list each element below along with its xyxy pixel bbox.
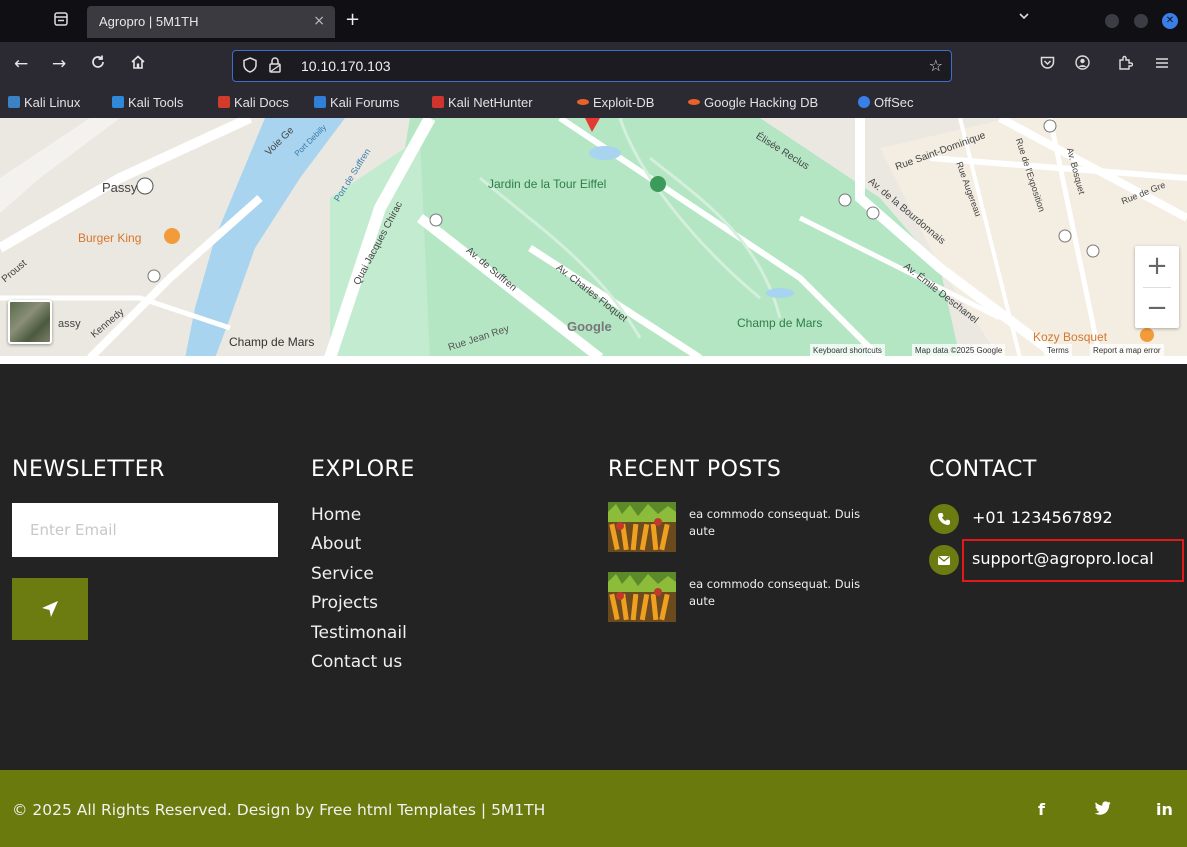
post-excerpt[interactable]: ea commodo consequat. Duis aute <box>689 576 889 610</box>
map-label-burger-king: Burger King <box>78 231 142 245</box>
zoom-controls: + − <box>1135 246 1179 328</box>
bookmark-label: Kali Forums <box>330 95 400 110</box>
kali-tools-icon <box>112 96 124 108</box>
zoom-out-button[interactable]: − <box>1135 288 1179 328</box>
minimize-button[interactable] <box>1105 14 1119 28</box>
bookmark-label: Kali NetHunter <box>448 95 533 110</box>
browser-tab-bar: Agropro | 5M1TH × + ✕ <box>0 0 1187 42</box>
bookmark-kali-forums[interactable]: Kali Forums <box>314 95 399 110</box>
back-arrow-icon[interactable]: ← <box>14 54 28 74</box>
bookmark-kali-linux[interactable]: Kali Linux <box>8 95 80 110</box>
newsletter-email-input[interactable] <box>12 503 278 557</box>
bookmark-kali-nethunter[interactable]: Kali NetHunter <box>432 95 533 110</box>
contact-title: CONTACT <box>929 457 1037 482</box>
envelope-icon <box>929 545 959 575</box>
google-map[interactable]: Passy Burger King Jardin de la Tour Eiff… <box>0 118 1187 358</box>
map-label-jardin: Jardin de la Tour Eiffel <box>488 177 607 191</box>
account-icon[interactable] <box>1075 55 1090 74</box>
satellite-view-toggle[interactable] <box>8 300 52 344</box>
facebook-icon[interactable]: f <box>1038 800 1045 819</box>
newsletter-title: NEWSLETTER <box>12 457 165 482</box>
post-excerpt[interactable]: ea commodo consequat. Duis aute <box>689 506 889 540</box>
bookmark-label: Kali Docs <box>234 95 289 110</box>
zoom-in-button[interactable]: + <box>1135 246 1179 286</box>
bookmark-google-hacking-db[interactable]: Google Hacking DB <box>688 95 818 110</box>
explore-link-home[interactable]: Home <box>311 501 407 530</box>
bookmark-kali-docs[interactable]: Kali Docs <box>218 95 289 110</box>
phone-icon <box>929 504 959 534</box>
chevron-down-icon[interactable] <box>1018 10 1030 25</box>
bookmark-label: Exploit-DB <box>593 95 655 110</box>
recent-post-item[interactable]: ea commodo consequat. Duis aute <box>608 502 888 554</box>
map-label-assy: assy <box>58 318 81 330</box>
pocket-icon[interactable] <box>1040 55 1055 74</box>
kali-nethunter-icon <box>432 96 444 108</box>
linkedin-icon[interactable]: in <box>1156 800 1173 819</box>
post-thumbnail[interactable] <box>608 502 676 552</box>
post-thumbnail[interactable] <box>608 572 676 622</box>
bookmark-exploit-db[interactable]: Exploit-DB <box>577 95 654 110</box>
address-bar[interactable]: 10.10.170.103 ☆ <box>232 50 952 82</box>
browser-nav-bar: ← → 10.10.170.103 ☆ <box>0 42 1187 90</box>
reload-icon[interactable] <box>90 54 106 75</box>
bookmark-kali-tools[interactable]: Kali Tools <box>112 95 183 110</box>
explore-links: Home About Service Projects Testimonail … <box>311 501 407 677</box>
kali-forums-icon <box>314 96 326 108</box>
twitter-icon[interactable] <box>1094 800 1111 819</box>
recent-post-item[interactable]: ea commodo consequat. Duis aute <box>608 572 888 624</box>
kali-docs-icon <box>218 96 230 108</box>
lock-icon[interactable] <box>269 56 281 74</box>
map-label-champ-de-mars-right: Champ de Mars <box>737 316 823 330</box>
recent-posts-title: RECENT POSTS <box>608 457 782 482</box>
explore-link-projects[interactable]: Projects <box>311 589 407 618</box>
bookmark-label: OffSec <box>874 95 914 110</box>
new-tab-button[interactable]: + <box>345 9 360 30</box>
newsletter-send-button[interactable] <box>12 578 88 640</box>
tab-close-icon[interactable]: × <box>313 13 325 29</box>
copyright-bar: © 2025 All Rights Reserved. Design by Fr… <box>0 770 1187 847</box>
offsec-icon <box>858 96 870 108</box>
phone-number: +01 1234567892 <box>972 508 1113 527</box>
explore-link-testimonail[interactable]: Testimonail <box>311 619 407 648</box>
explore-link-contact-us[interactable]: Contact us <box>311 648 407 677</box>
bookmark-label: Kali Tools <box>128 95 184 110</box>
exploit-db-icon <box>577 99 589 105</box>
hamburger-menu-icon[interactable] <box>1155 55 1169 73</box>
footer: NEWSLETTER EXPLORE Home About Service Pr… <box>0 364 1187 770</box>
map-label-champ-de-mars-left: Champ de Mars <box>229 335 315 349</box>
google-logo: Google <box>567 319 612 334</box>
tracking-shield-icon[interactable] <box>243 57 257 77</box>
google-hacking-db-icon <box>688 99 700 105</box>
tab-agropro[interactable]: Agropro | 5M1TH × <box>87 6 335 38</box>
email-highlight-box <box>962 539 1184 582</box>
divider-strip <box>0 356 1187 364</box>
url-text[interactable]: 10.10.170.103 <box>301 58 391 74</box>
explore-link-about[interactable]: About <box>311 530 407 559</box>
bookmarks-toolbar: Kali Linux Kali Tools Kali Docs Kali For… <box>0 90 1187 118</box>
maximize-button[interactable] <box>1134 14 1148 28</box>
map-label-passy: Passy <box>102 180 138 195</box>
bookmark-offsec[interactable]: OffSec <box>858 95 914 110</box>
forward-arrow-icon[interactable]: → <box>52 54 66 74</box>
extensions-icon[interactable] <box>1118 55 1134 74</box>
home-icon[interactable] <box>130 54 146 75</box>
tab-title: Agropro | 5M1TH <box>99 14 199 29</box>
send-arrow-icon <box>42 601 58 617</box>
bookmark-label: Google Hacking DB <box>704 95 819 110</box>
bookmark-star-icon[interactable]: ☆ <box>929 56 943 75</box>
kali-linux-icon <box>8 96 20 108</box>
copyright-text: © 2025 All Rights Reserved. Design by Fr… <box>12 801 546 819</box>
bookmark-label: Kali Linux <box>24 95 81 110</box>
explore-link-service[interactable]: Service <box>311 560 407 589</box>
explore-title: EXPLORE <box>311 457 415 482</box>
map-label-kozy-bosquet: Kozy Bosquet <box>1033 330 1108 344</box>
window-close-button[interactable]: ✕ <box>1162 13 1178 29</box>
tab-list-icon[interactable] <box>50 11 72 31</box>
